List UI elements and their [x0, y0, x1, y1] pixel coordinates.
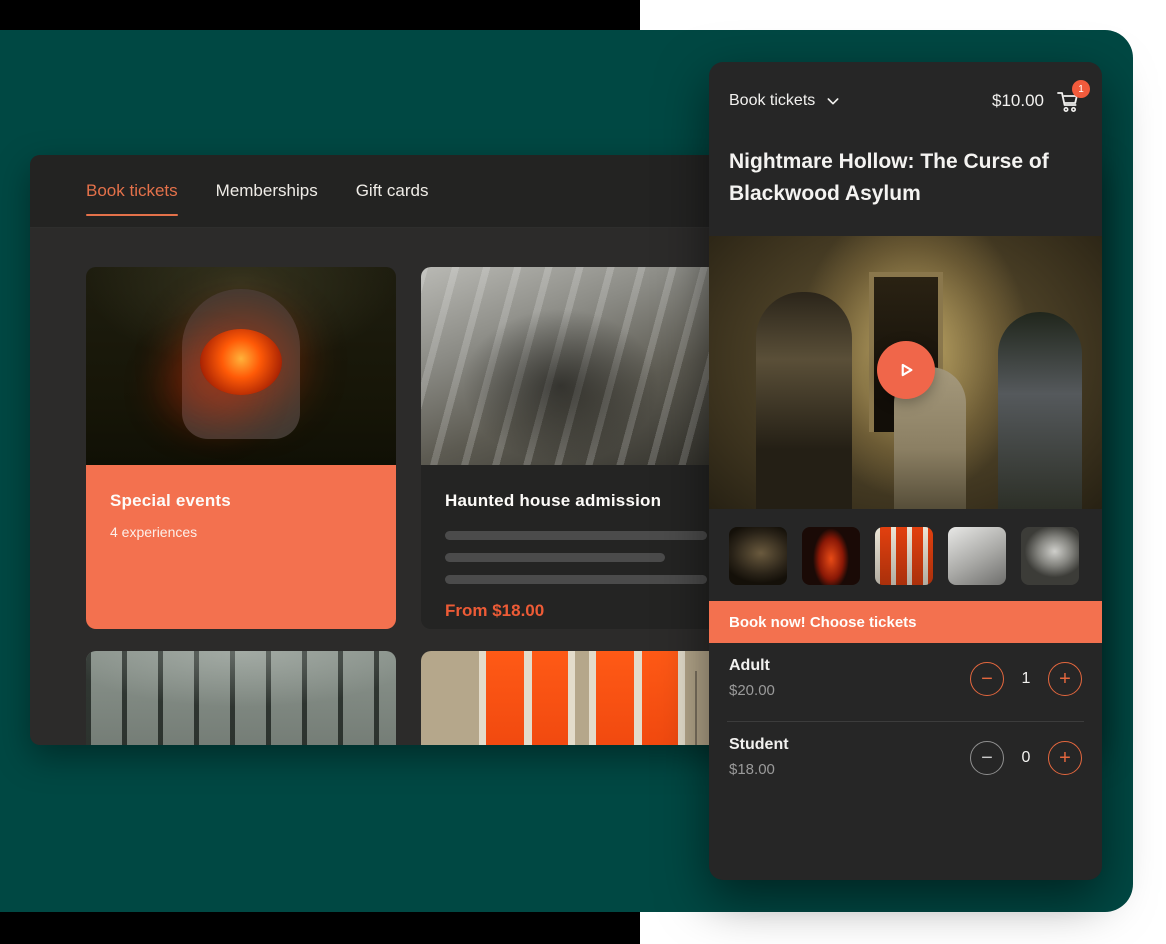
chevron-down-icon: [825, 93, 841, 109]
ticket-type-label: Student: [729, 736, 789, 754]
tab-book-tickets[interactable]: Book tickets: [86, 177, 178, 205]
quantity-value: 0: [1019, 749, 1033, 767]
skeleton-line: [445, 553, 665, 562]
stairwell-image: [421, 267, 731, 465]
glowing-pumpkin-face: [200, 329, 282, 395]
tab-gift-cards[interactable]: Gift cards: [356, 177, 429, 205]
mobile-booking-widget: Book tickets $10.00 1 Nightmar: [709, 62, 1102, 880]
ticket-price: $20.00: [729, 682, 775, 699]
gallery-thumbnails: [729, 527, 1082, 585]
skeleton-line: [445, 575, 707, 584]
card-special-events[interactable]: Special events 4 experiences: [86, 267, 396, 629]
wall-hook: [695, 671, 697, 745]
haunted-house-card-body: Haunted house admission From $18.00: [421, 465, 731, 621]
event-video-player[interactable]: [709, 236, 1102, 509]
plus-button[interactable]: +: [1048, 662, 1082, 696]
play-icon: [893, 357, 919, 383]
card-title: Special events: [110, 491, 372, 511]
book-tickets-dropdown[interactable]: Book tickets: [729, 92, 841, 110]
thumbnail-red-doorway[interactable]: [802, 527, 860, 585]
card-subtitle: 4 experiences: [110, 524, 372, 540]
dropdown-label: Book tickets: [729, 92, 815, 110]
cart-count-badge: 1: [1072, 80, 1090, 98]
book-now-banner[interactable]: Book now! Choose tickets: [709, 601, 1102, 643]
plus-button[interactable]: +: [1048, 741, 1082, 775]
cart-button[interactable]: $10.00 1: [992, 87, 1082, 115]
page-canvas: Book tickets Memberships Gift cards Spec…: [0, 0, 1166, 944]
ticket-row-student: Student $18.00 − 0 +: [727, 721, 1084, 799]
glowing-window: [479, 651, 575, 745]
ticket-type-label: Adult: [729, 657, 775, 675]
thumbnail-zombies[interactable]: [729, 527, 787, 585]
play-button[interactable]: [877, 341, 935, 399]
student-quantity-stepper: − 0 +: [970, 741, 1082, 775]
red-windows-image: [421, 651, 731, 745]
minus-button[interactable]: −: [970, 662, 1004, 696]
pumpkin-figure-image: [86, 267, 396, 465]
card-forest-event[interactable]: [86, 651, 396, 745]
zombie-figure: [998, 312, 1082, 509]
ticket-row-adult: Adult $20.00 − 1 +: [727, 643, 1084, 721]
event-title: Nightmare Hollow: The Curse of Blackwood…: [729, 146, 1059, 210]
special-events-card-body: Special events 4 experiences: [86, 465, 396, 629]
foggy-forest-image: [86, 651, 396, 745]
zombie-figure: [756, 292, 852, 509]
card-red-windows-event[interactable]: [421, 651, 731, 745]
card-haunted-house-admission[interactable]: Haunted house admission From $18.00: [421, 267, 731, 629]
quantity-value: 1: [1019, 670, 1033, 688]
widget-header: Book tickets $10.00 1: [729, 84, 1082, 118]
glowing-window: [589, 651, 685, 745]
card-price: From $18.00: [445, 601, 707, 621]
thumbnail-stairwell[interactable]: [948, 527, 1006, 585]
tab-memberships[interactable]: Memberships: [216, 177, 318, 205]
adult-quantity-stepper: − 1 +: [970, 662, 1082, 696]
banner-label: Book now! Choose tickets: [729, 614, 917, 631]
ticket-price: $18.00: [729, 761, 789, 778]
card-title: Haunted house admission: [445, 491, 707, 511]
skeleton-line: [445, 531, 707, 540]
cart-total: $10.00: [992, 91, 1044, 111]
minus-button[interactable]: −: [970, 741, 1004, 775]
thumbnail-spiral-staircase[interactable]: [1021, 527, 1079, 585]
thumbnail-red-windows[interactable]: [875, 527, 933, 585]
